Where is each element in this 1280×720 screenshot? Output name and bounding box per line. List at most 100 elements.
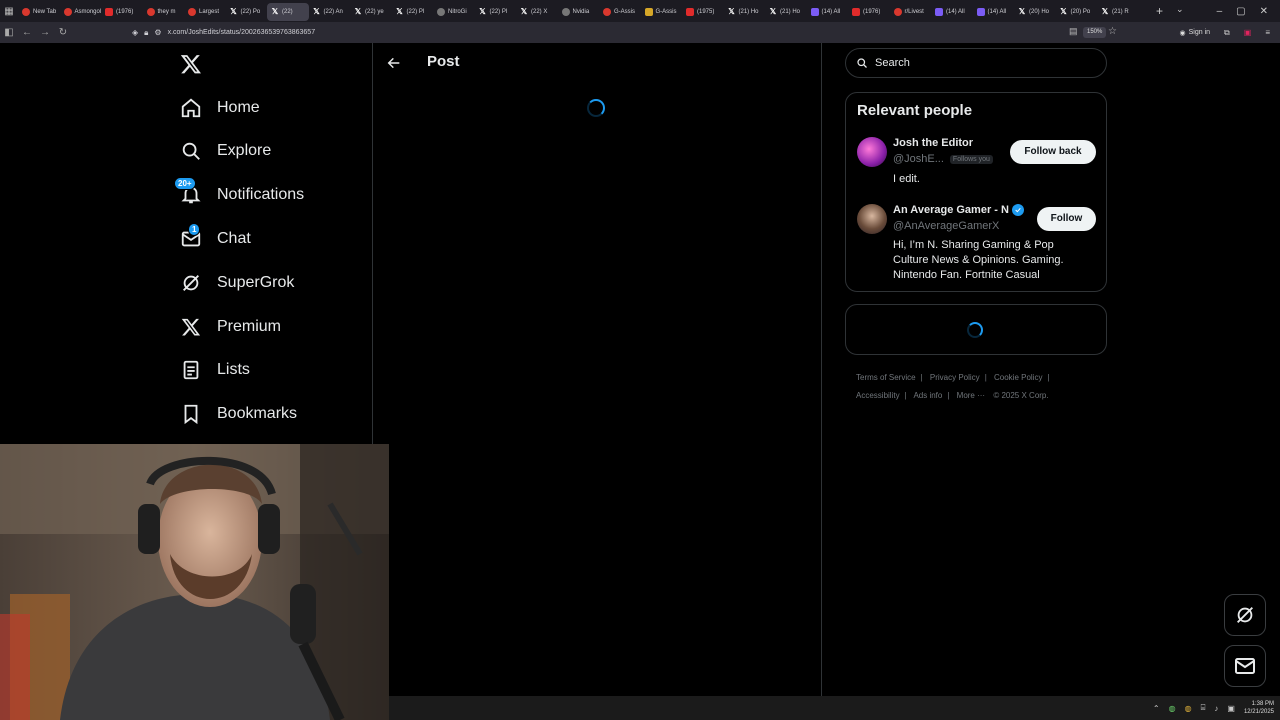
app-menu-icon[interactable]: ≡ [1265, 28, 1270, 37]
list-all-tabs-icon[interactable]: ⌄ [1176, 4, 1184, 15]
x-favicon-icon: 𝕏 [354, 7, 362, 16]
grok-floating-button[interactable] [1224, 594, 1266, 636]
browser-tab[interactable]: 𝕏 (22) Pl [475, 3, 517, 21]
url-text[interactable]: x.com/JoshEdits/status/20026365397638636… [168, 29, 316, 36]
os-taskbar: ⌃ ◍ ◍ ⌸ ♪ ▣ 1:38 PM 12/21/2025 [389, 696, 1280, 720]
maximize-icon[interactable]: ▢ [1236, 6, 1245, 17]
sidebar-item-bookmarks[interactable]: Bookmarks [168, 394, 297, 434]
browser-tab[interactable]: (14) All [973, 3, 1015, 21]
ads-info-link[interactable]: Ads info [913, 391, 942, 400]
new-tab-icon[interactable]: + [1156, 4, 1163, 18]
account-button[interactable]: ◉ Sign in [1180, 29, 1211, 37]
tab-label: (22) Pl [489, 8, 508, 15]
browser-tab[interactable]: (14) All [931, 3, 973, 21]
sidebar-item-home[interactable]: Home [168, 88, 260, 128]
browser-tab[interactable]: 𝕏 (22) X [516, 3, 558, 21]
notification-icon[interactable]: ▣ [1227, 704, 1235, 713]
browser-tab[interactable]: G-Assis [641, 3, 683, 21]
browser-tab[interactable]: Asmongold [60, 3, 101, 21]
x-logo-icon [180, 316, 202, 338]
browser-tab[interactable]: 𝕏 (22) Po [226, 3, 268, 21]
tray-app-icon[interactable]: ◍ [1169, 704, 1176, 713]
clock[interactable]: 1:38 PM 12/21/2025 [1244, 700, 1274, 716]
browser-tab[interactable]: 𝕏 (20) Ho [1014, 3, 1056, 21]
cookie-link[interactable]: Cookie Policy [994, 373, 1042, 382]
x-favicon-icon: 𝕏 [1018, 7, 1026, 16]
minimize-icon[interactable]: – [1217, 6, 1223, 17]
sign-in-label: Sign in [1188, 29, 1211, 36]
volume-icon[interactable]: ♪ [1214, 704, 1218, 713]
search-input[interactable]: Search [845, 48, 1107, 78]
person-name[interactable]: An Average Gamer - N [893, 204, 1024, 216]
browser-tab[interactable]: 𝕏 (21) Ho [765, 3, 807, 21]
forward-icon[interactable]: → [36, 27, 54, 38]
back-icon[interactable]: ← [18, 27, 36, 38]
site-favicon-icon [644, 7, 653, 16]
site-favicon-icon [686, 7, 694, 16]
permissions-icon[interactable]: ⚙ [154, 28, 161, 37]
avatar[interactable] [857, 137, 887, 167]
webcam-overlay [0, 444, 389, 720]
browser-tab[interactable]: (1976) [101, 3, 143, 21]
reload-icon[interactable]: ↻ [54, 27, 72, 38]
network-icon[interactable]: ⌸ [1201, 703, 1206, 713]
accessibility-link[interactable]: Accessibility [856, 391, 900, 400]
browser-tab[interactable]: Nvidia [558, 3, 600, 21]
person-name[interactable]: Josh the Editor [893, 137, 973, 149]
zoom-level[interactable]: 150% [1083, 27, 1107, 38]
browser-tab[interactable]: G-Assis [599, 3, 641, 21]
browser-tab[interactable]: 𝕏 (22) An [309, 3, 351, 21]
tab-overview-icon[interactable]: ▦ [0, 0, 18, 22]
sidebar-item-explore[interactable]: Explore [168, 131, 271, 171]
browser-tab[interactable]: Largest [184, 3, 226, 21]
browser-tab[interactable]: 𝕏 (21) R [1097, 3, 1139, 21]
more-link[interactable]: More ··· [957, 391, 985, 400]
sidebar-item-chat[interactable]: 1 Chat [168, 219, 251, 259]
handle-text: @JoshE... [893, 153, 944, 165]
tray-overflow-icon[interactable]: ⌃ [1153, 704, 1160, 713]
browser-tab[interactable]: New Tab [18, 3, 60, 21]
bookmark-star-icon[interactable]: ☆ [1108, 26, 1117, 37]
browser-tab[interactable]: (1975) [682, 3, 724, 21]
privacy-link[interactable]: Privacy Policy [930, 373, 980, 382]
tab-label: NitroGi [448, 8, 467, 15]
terms-link[interactable]: Terms of Service [856, 373, 916, 382]
tray-app-icon[interactable]: ◍ [1185, 704, 1192, 713]
extension-badge-icon[interactable]: ▣ [1244, 28, 1252, 37]
browser-tab[interactable]: (14) All [807, 3, 849, 21]
browser-tab[interactable]: (1976) [848, 3, 890, 21]
avatar[interactable] [857, 204, 887, 234]
x-favicon-icon: 𝕏 [728, 7, 735, 16]
messages-floating-button[interactable] [1224, 645, 1266, 687]
lock-icon[interactable]: 🔒︎ [144, 28, 148, 38]
sidebar-toggle-icon[interactable]: ◧ [0, 27, 18, 38]
browser-tab[interactable]: NitroGi [433, 3, 475, 21]
search-placeholder: Search [875, 57, 910, 69]
back-arrow-icon[interactable] [383, 52, 405, 74]
sidebar-item-supergrok[interactable]: SuperGrok [168, 263, 294, 303]
address-bar[interactable]: ◈ 🔒︎ ⚙ x.com/JoshEdits/status/2002636539… [132, 25, 1132, 40]
sidebar-item-lists[interactable]: Lists [168, 350, 250, 390]
browser-tab[interactable]: they m [143, 3, 185, 21]
browser-tab[interactable]: 𝕏 (20) Po [1056, 3, 1098, 21]
browser-tab[interactable]: 𝕏 (22) [267, 2, 309, 21]
reader-view-icon[interactable]: ▤ [1069, 26, 1078, 37]
browser-tab[interactable]: 𝕏 (22) ye [350, 3, 392, 21]
grok-icon [180, 272, 202, 294]
browser-tab-strip: ▦ New TabAsmongold(1976)they mLargest𝕏(2… [0, 0, 1280, 22]
follows-you-badge: Follows you [949, 154, 993, 164]
site-favicon-icon [437, 7, 445, 16]
follow-button[interactable]: Follow [1037, 207, 1096, 231]
close-window-icon[interactable]: ✕ [1260, 6, 1268, 17]
sidebar-item-notifications[interactable]: 20+ Notifications [168, 175, 304, 215]
browser-tab[interactable]: 𝕏 (21) Ho [724, 3, 766, 21]
follow-back-button[interactable]: Follow back [1010, 140, 1096, 164]
person-handle[interactable]: @JoshE... Follows you [893, 153, 993, 165]
browser-tab[interactable]: 𝕏 (22) Pl [392, 3, 434, 21]
browser-tab[interactable]: r/Livest [890, 3, 932, 21]
tracking-shield-icon[interactable]: ◈ [132, 28, 138, 37]
sidebar-item-premium[interactable]: Premium [168, 307, 281, 347]
person-handle[interactable]: @AnAverageGamerX [893, 220, 999, 232]
extensions-icon[interactable]: ⧉ [1224, 28, 1230, 38]
x-logo-icon[interactable] [180, 53, 202, 75]
